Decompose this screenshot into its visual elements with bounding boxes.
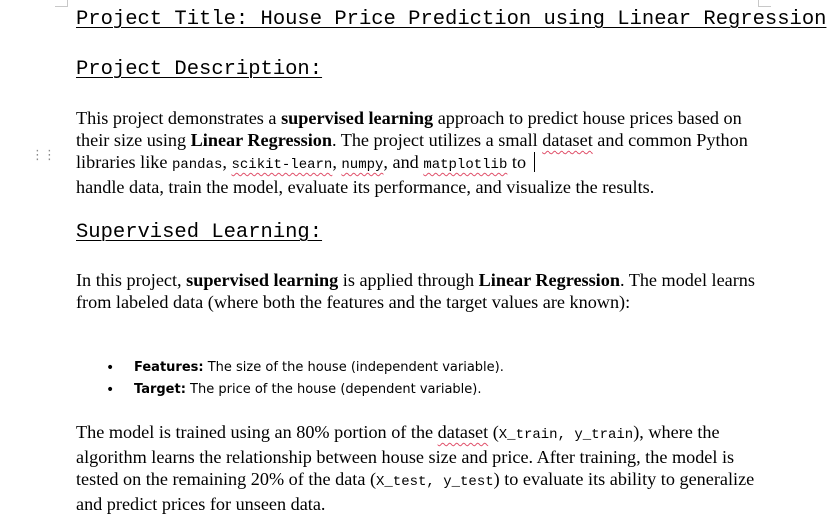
spellcheck-word[interactable]: dataset [438,422,489,442]
bullet-label: Features: [134,360,204,375]
description-paragraph: This project demonstrates a supervised l… [76,107,766,198]
bullet-text: The size of the house (independent varia… [203,360,504,375]
drag-handle-icon[interactable]: ⋮⋮ [31,149,56,162]
list-item: Features: The size of the house (indepen… [76,357,504,379]
text-run: handle data, train the model, evaluate i… [76,177,655,197]
spellcheck-word[interactable]: dataset [542,130,593,150]
text-run: The model is trained using an 80% portio… [76,422,438,442]
text-run: , and [383,152,424,172]
bullet-list: Features: The size of the house (indepen… [76,357,504,401]
text-run: to [507,152,531,172]
code-pandas: pandas [171,157,223,173]
bullet-text: The price of the house (dependent variab… [185,382,482,397]
list-item: Target: The price of the house (dependen… [76,379,504,401]
text-run: ( [488,422,499,442]
bold-run: supervised learning [186,270,339,290]
page-corner-right [758,0,771,7]
description-heading: Project Description: [76,58,323,81]
text-cursor [533,152,535,172]
code-test-vars: X_test, y_test [376,474,494,490]
code-numpy[interactable]: numpy [341,157,383,173]
project-title: Project Title: House Price Prediction us… [76,8,827,31]
text-run: is applied through [338,270,479,290]
page-corner-left [55,0,68,7]
bold-run: Linear Regression [478,270,620,290]
text-run: In this project, [76,270,187,290]
code-train-vars: X_train, y_train [498,427,634,443]
code-matplotlib[interactable]: matplotlib [423,157,507,173]
code-scikit-learn[interactable]: scikit-learn [231,157,332,173]
text-run: This project demonstrates a [76,108,282,128]
training-paragraph: The model is trained using an 80% portio… [76,421,766,515]
text-run: . The project utilizes a small [331,130,543,150]
bullet-label: Target: [134,382,186,397]
bold-run: supervised learning [281,108,434,128]
supervised-paragraph: In this project, supervised learning is … [76,269,766,313]
supervised-heading: Supervised Learning: [76,221,323,244]
bold-run: Linear Regression [190,130,332,150]
